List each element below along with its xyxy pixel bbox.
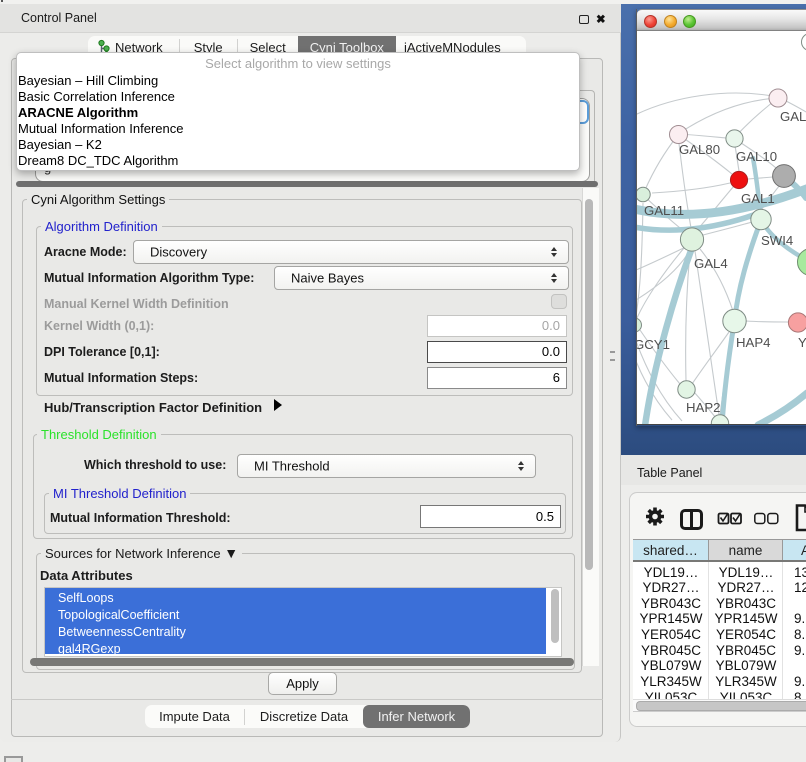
svg-text:GAL80: GAL80: [679, 142, 720, 157]
svg-text:HAP2: HAP2: [686, 400, 720, 415]
svg-text:GAL11: GAL11: [644, 203, 684, 218]
svg-text:GAL10: GAL10: [736, 149, 777, 164]
svg-text:GAL7: GAL7: [780, 109, 806, 124]
svg-text:HAP4: HAP4: [736, 335, 770, 350]
svg-text:GAL4: GAL4: [694, 256, 728, 271]
svg-text:SWI4: SWI4: [761, 233, 793, 248]
svg-text:GAL1: GAL1: [741, 191, 775, 206]
svg-text:GCY1: GCY1: [637, 337, 670, 352]
svg-text:Y: Y: [798, 335, 806, 350]
